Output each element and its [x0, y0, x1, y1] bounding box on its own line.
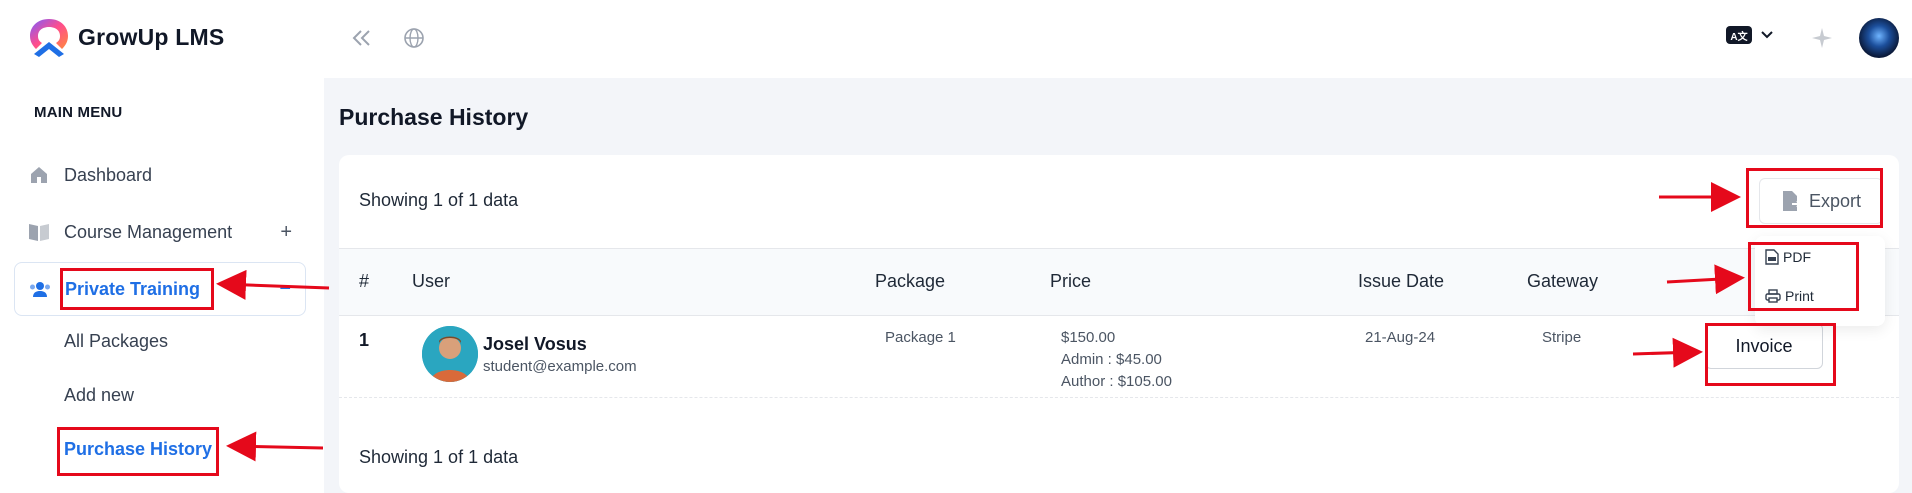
arrow-invoice — [1632, 337, 1703, 368]
arrow-private-training — [216, 269, 330, 300]
annotation-arrows — [216, 182, 1745, 462]
arrow-purchase-history — [226, 431, 324, 462]
arrow-export-menu — [1666, 264, 1745, 295]
